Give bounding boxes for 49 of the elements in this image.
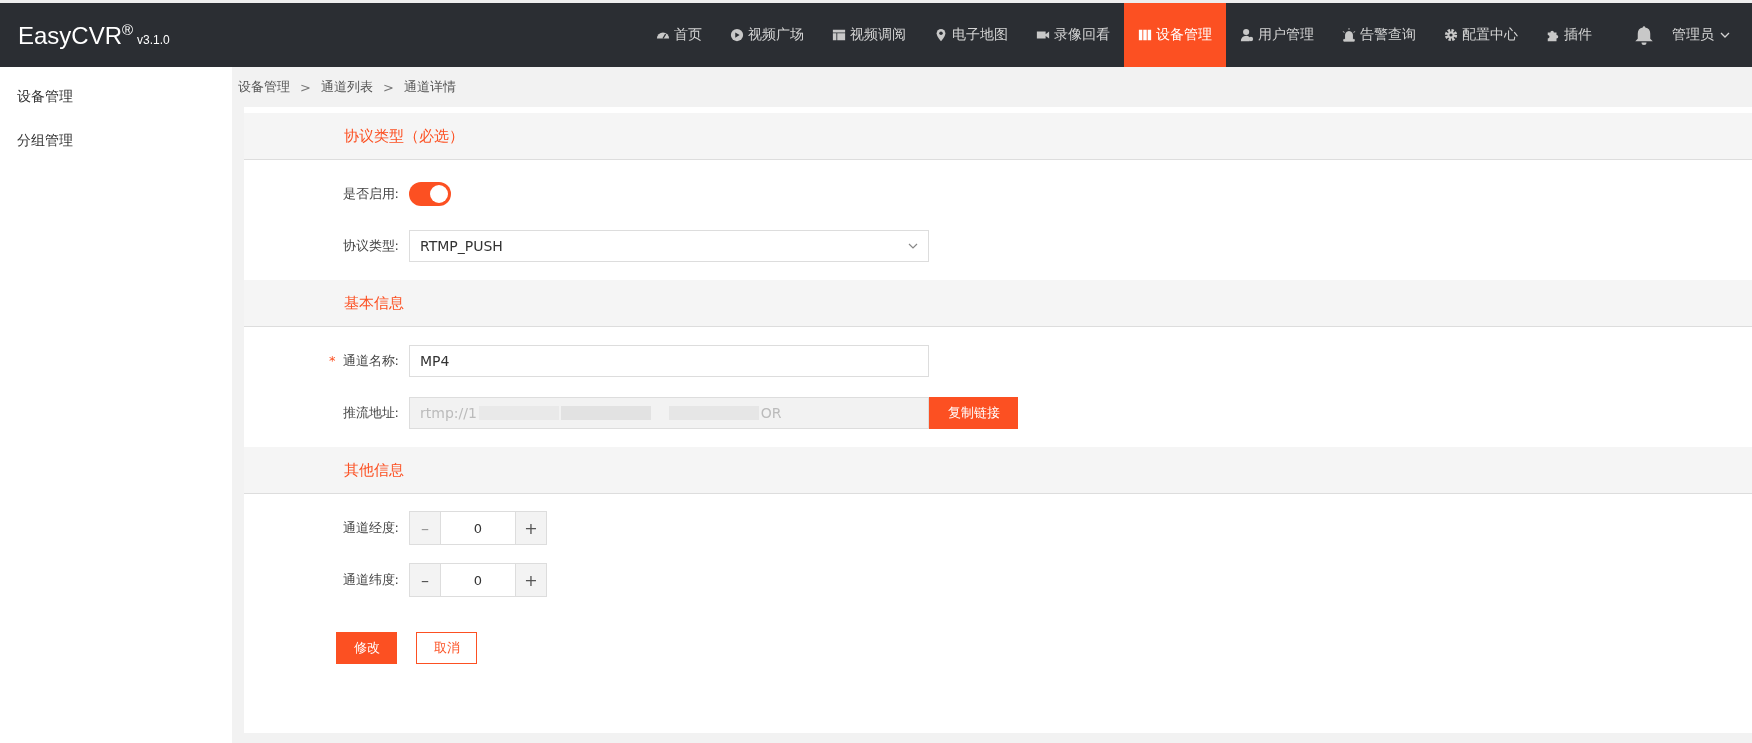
number-field[interactable]: 0 xyxy=(440,512,516,544)
user-icon xyxy=(1240,28,1254,42)
logo: EasyCVR$^{®}$ v3.1.0 xyxy=(17,20,171,50)
field-label: 通道名称: xyxy=(342,353,399,368)
map-pin-icon xyxy=(934,28,948,42)
sidebar-item[interactable]: 分组管理 xyxy=(0,119,232,163)
number-field[interactable]: 0 xyxy=(440,564,516,596)
caret-icon xyxy=(1720,32,1730,38)
number-stepper[interactable]: – 0 + xyxy=(409,511,547,545)
breadcrumb-link[interactable]: 通道列表 xyxy=(320,78,373,96)
layout-icon xyxy=(832,28,846,42)
breadcrumb-link[interactable]: 通道详情 xyxy=(403,78,456,96)
nav-item[interactable]: 用户管理 xyxy=(1226,3,1328,67)
chevron-down-icon xyxy=(908,243,918,249)
number-stepper[interactable]: – 0 + xyxy=(409,563,547,597)
select-field[interactable]: RTMP_PUSH xyxy=(409,230,929,262)
increment-button[interactable]: + xyxy=(516,512,546,544)
nav-item[interactable]: 配置中心 xyxy=(1430,3,1532,67)
nav-item[interactable]: 电子地图 xyxy=(920,3,1022,67)
field-label: 推流地址: xyxy=(342,405,399,420)
nav-item[interactable]: 首页 xyxy=(642,3,716,67)
input-field[interactable]: MP4 xyxy=(409,345,929,377)
nav-item[interactable]: 视频调阅 xyxy=(818,3,920,67)
columns-icon xyxy=(1138,28,1152,42)
field-label: 协议类型: xyxy=(342,238,399,253)
required-mark: * xyxy=(328,353,336,368)
play-icon xyxy=(730,28,744,42)
alarm-light-icon xyxy=(1342,28,1356,42)
field-label: 通道经度: xyxy=(342,520,399,535)
bell-icon[interactable] xyxy=(1634,25,1654,45)
breadcrumb-separator: > xyxy=(382,79,394,95)
settings-icon xyxy=(1444,28,1458,42)
toggle-switch[interactable] xyxy=(409,182,451,206)
user-menu[interactable]: 管理员 xyxy=(1672,26,1730,44)
nav-item[interactable]: 告警查询 xyxy=(1328,3,1430,67)
puzzle-icon xyxy=(1546,28,1560,42)
section-title: 其他信息 xyxy=(344,460,404,480)
breadcrumb-link[interactable]: 设备管理 xyxy=(238,78,290,96)
increment-button[interactable]: + xyxy=(516,564,546,596)
breadcrumb-separator: > xyxy=(300,79,311,95)
section-title: 基本信息 xyxy=(344,293,404,313)
decrement-button[interactable]: – xyxy=(410,564,440,596)
nav-item[interactable]: 视频广场 xyxy=(716,3,818,67)
section-title: 协议类型（必选） xyxy=(344,126,464,146)
field-label: 通道纬度: xyxy=(342,572,399,587)
sidebar-item[interactable]: 设备管理 xyxy=(0,75,232,119)
nav-item[interactable]: 插件 xyxy=(1532,3,1606,67)
field-label: 是否启用: xyxy=(342,186,399,201)
nav-item[interactable]: 录像回看 xyxy=(1022,3,1124,67)
